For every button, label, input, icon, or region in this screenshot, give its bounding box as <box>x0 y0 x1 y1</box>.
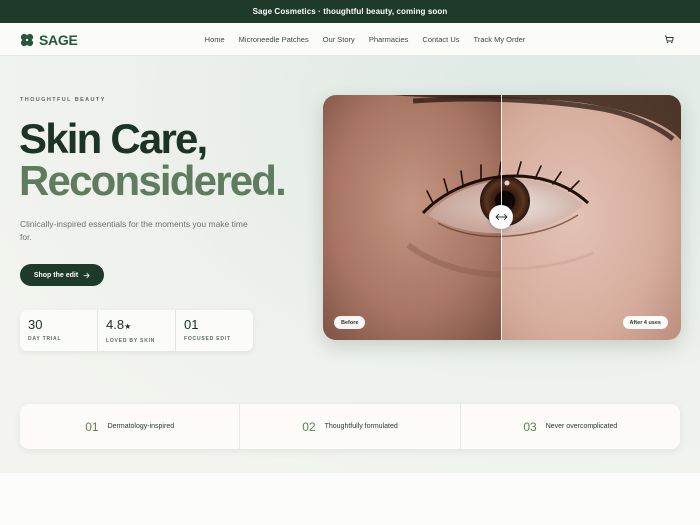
lower-section <box>0 473 700 525</box>
feature-item: 02 Thoughtfully formulated <box>240 404 461 449</box>
hero-title-line1: Skin Care, <box>19 115 208 162</box>
after-label: After 4 uses <box>622 316 668 329</box>
hero-eyebrow: THOUGHTFUL BEAUTY <box>20 97 106 103</box>
stat-day-trial: 30 DAY TRIAL <box>20 310 98 351</box>
double-arrow-icon <box>495 214 507 220</box>
hero-title-line2: Reconsidered. <box>19 157 287 204</box>
arrow-right-icon <box>83 272 90 278</box>
feature-text: Dermatology-inspired <box>107 423 175 430</box>
shop-the-edit-button[interactable]: Shop the edit <box>20 264 104 286</box>
star-icon: ★ <box>124 322 132 331</box>
top-navigation: SAGE Home Microneedle Patches Our Story … <box>0 23 700 56</box>
announcement-bar: Sage Cosmetics · thoughtful beauty, comi… <box>0 0 700 23</box>
stats-card: 30 DAY TRIAL 4.8★ LOVED BY SKIN 01 FOCUS… <box>20 310 253 351</box>
hero-subtitle: Clinically-inspired essentials for the m… <box>20 219 248 242</box>
nav-link-our-story[interactable]: Our Story <box>323 35 355 44</box>
feature-item: 03 Never overcomplicated <box>461 404 680 449</box>
stat-label: DAY TRIAL <box>28 336 62 342</box>
stat-focused-edit: 01 FOCUSED EDIT <box>176 310 253 351</box>
announcement-text: Sage Cosmetics · thoughtful beauty, comi… <box>252 7 448 16</box>
shopping-bag-icon[interactable] <box>664 34 674 44</box>
feature-number: 03 <box>523 419 537 434</box>
nav-link-microneedle-patches[interactable]: Microneedle Patches <box>239 35 309 44</box>
feature-number: 02 <box>302 419 316 434</box>
nav-link-pharmacies[interactable]: Pharmacies <box>369 35 409 44</box>
stat-label: LOVED BY SKIN <box>106 338 156 344</box>
stat-value: 01 <box>184 317 199 332</box>
feature-text: Thoughtfully formulated <box>324 423 398 430</box>
nav-links: Home Microneedle Patches Our Story Pharm… <box>0 23 700 56</box>
stat-value: 4.8★ <box>106 317 132 332</box>
before-after-comparison[interactable]: Before After 4 uses <box>323 95 681 340</box>
feature-item: 01 Dermatology-inspired <box>20 404 241 449</box>
stat-label: FOCUSED EDIT <box>184 336 231 342</box>
before-label: Before <box>334 316 366 329</box>
cta-label: Shop the edit <box>33 271 79 279</box>
nav-link-track-order[interactable]: Track My Order <box>474 35 526 44</box>
hero-title: Skin Care, Reconsidered. <box>19 115 287 204</box>
features-bar: 01 Dermatology-inspired 02 Thoughtfully … <box>20 404 680 449</box>
nav-link-contact-us[interactable]: Contact Us <box>422 35 459 44</box>
nav-link-home[interactable]: Home <box>205 35 225 44</box>
stat-value: 30 <box>28 317 43 332</box>
comparison-slider-handle[interactable] <box>489 205 513 229</box>
stat-rating: 4.8★ LOVED BY SKIN <box>98 310 176 351</box>
feature-text: Never overcomplicated <box>545 423 618 430</box>
feature-number: 01 <box>85 419 99 434</box>
